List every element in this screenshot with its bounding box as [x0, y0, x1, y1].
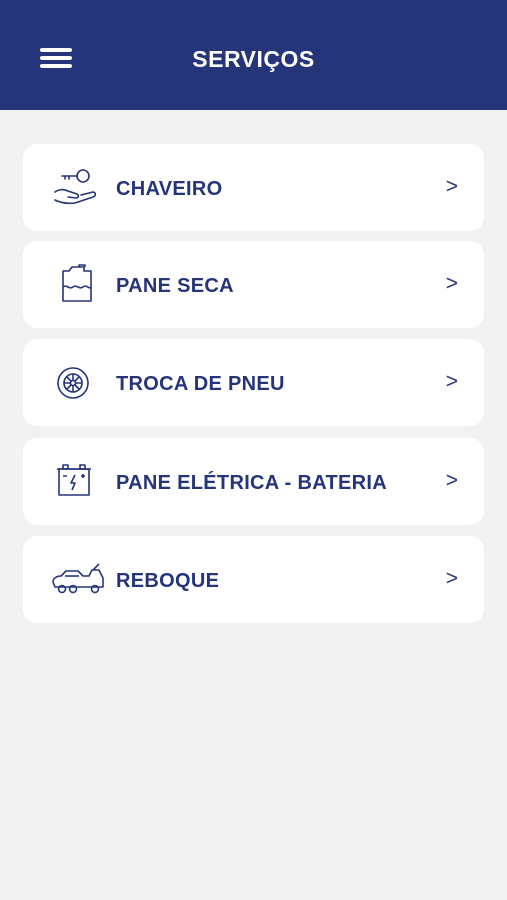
key-hand-icon — [53, 166, 105, 208]
chevron-right-icon: > — [445, 175, 458, 198]
service-item-pane-eletrica-bateria[interactable]: PANE ELÉTRICA - BATERIA > — [23, 438, 484, 525]
service-label: REBOQUE — [116, 570, 220, 592]
app-bar: SERVIÇOS — [0, 0, 507, 110]
service-item-troca-de-pneu[interactable]: TROCA DE PNEU > — [23, 339, 484, 426]
chevron-right-icon: > — [445, 469, 458, 492]
tow-truck-icon — [51, 558, 104, 600]
chevron-right-icon: > — [445, 272, 458, 295]
service-label: TROCA DE PNEU — [116, 373, 285, 395]
service-label: PANE SECA — [116, 275, 234, 297]
chevron-right-icon: > — [445, 370, 458, 393]
page-title: SERVIÇOS — [192, 46, 315, 72]
service-label: CHAVEIRO — [116, 178, 223, 200]
battery-icon — [53, 460, 105, 502]
service-label: PANE ELÉTRICA - BATERIA — [116, 472, 387, 494]
service-item-reboque[interactable]: REBOQUE > — [23, 536, 484, 623]
chevron-right-icon: > — [445, 567, 458, 590]
service-item-chaveiro[interactable]: CHAVEIRO > — [23, 144, 484, 231]
service-item-pane-seca[interactable]: PANE SECA > — [23, 241, 484, 328]
tire-icon — [53, 361, 105, 403]
fuel-can-icon — [53, 263, 105, 305]
